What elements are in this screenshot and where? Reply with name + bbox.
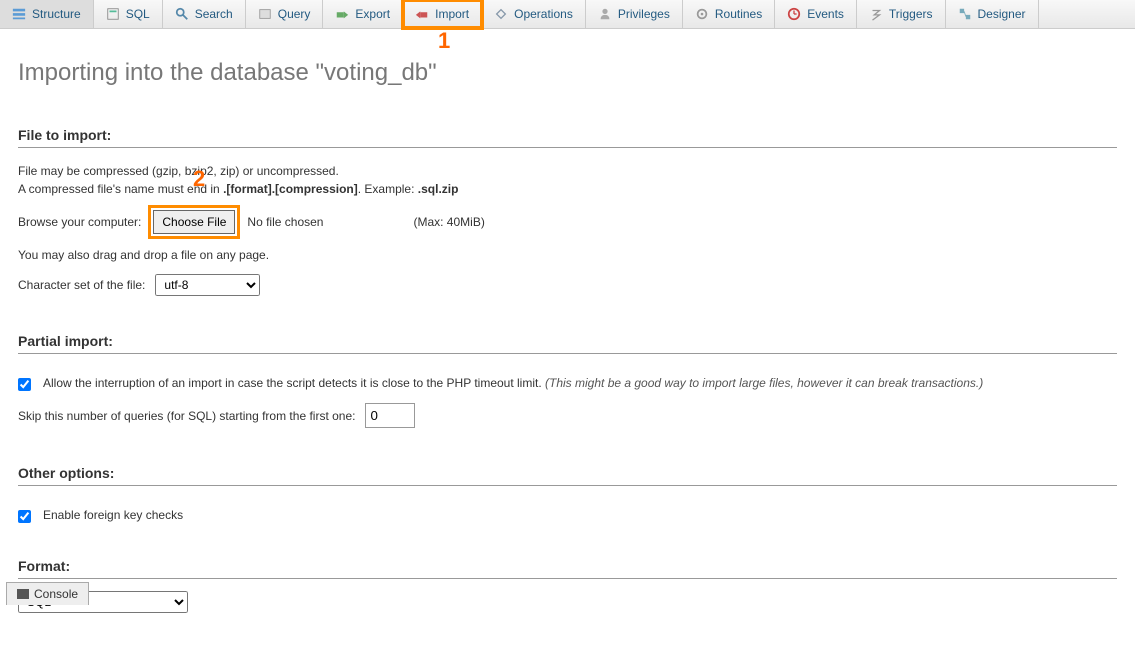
tab-privileges[interactable]: Privileges: [586, 0, 683, 28]
tab-export[interactable]: Export: [323, 0, 403, 28]
tab-triggers[interactable]: Triggers: [857, 0, 946, 28]
tab-search[interactable]: Search: [163, 0, 246, 28]
console-label: Console: [34, 587, 78, 601]
tab-label: Triggers: [889, 7, 933, 21]
partial-section-legend: Partial import:: [18, 333, 1117, 354]
tab-import[interactable]: Import: [403, 0, 482, 28]
tab-routines[interactable]: Routines: [683, 0, 775, 28]
tab-query[interactable]: Query: [246, 0, 324, 28]
no-file-chosen-text: No file chosen: [247, 215, 323, 229]
tab-sql[interactable]: SQL: [94, 0, 163, 28]
structure-icon: [12, 7, 26, 21]
skip-queries-label: Skip this number of queries (for SQL) st…: [18, 409, 355, 423]
charset-select[interactable]: utf-8: [155, 274, 260, 296]
tab-label: Routines: [715, 7, 762, 21]
foreign-key-checkbox[interactable]: [18, 510, 31, 523]
other-options-section: Other options: Enable foreign key checks: [18, 465, 1117, 533]
export-icon: [335, 7, 349, 21]
tab-label: Query: [278, 7, 311, 21]
privileges-icon: [598, 7, 612, 21]
allow-interrupt-checkbox[interactable]: [18, 378, 31, 391]
tab-label: Import: [435, 7, 469, 21]
annotation-marker-2: 2: [193, 166, 205, 192]
tab-label: Events: [807, 7, 844, 21]
partial-import-section: Partial import: Allow the interruption o…: [18, 333, 1117, 440]
tab-label: Structure: [32, 7, 81, 21]
compress-help-2: A compressed file's name must end in .[f…: [18, 182, 1117, 196]
file-to-import-section: File to import: File may be compressed (…: [18, 127, 1117, 308]
charset-label: Character set of the file:: [18, 278, 145, 292]
format-section-legend: Format:: [18, 558, 1117, 579]
skip-queries-input[interactable]: [365, 403, 415, 428]
tab-label: Export: [355, 7, 390, 21]
tab-label: Designer: [978, 7, 1026, 21]
designer-icon: [958, 7, 972, 21]
drag-drop-help: You may also drag and drop a file on any…: [18, 248, 1117, 262]
page-title: Importing into the database "voting_db": [18, 59, 1117, 87]
foreign-key-label: Enable foreign key checks: [43, 508, 183, 522]
allow-interrupt-label: Allow the interruption of an import in c…: [43, 376, 983, 390]
tab-label: SQL: [126, 7, 150, 21]
console-button[interactable]: Console: [6, 582, 89, 605]
sql-icon: [106, 7, 120, 21]
routines-icon: [695, 7, 709, 21]
browse-label: Browse your computer:: [18, 215, 141, 229]
tab-label: Operations: [514, 7, 573, 21]
main-tabs: Structure SQL Search Query Export Import…: [0, 0, 1135, 29]
tab-operations[interactable]: Operations: [482, 0, 586, 28]
search-icon: [175, 7, 189, 21]
compress-help-1: File may be compressed (gzip, bzip2, zip…: [18, 164, 1117, 178]
tab-designer[interactable]: Designer: [946, 0, 1039, 28]
choose-file-button[interactable]: Choose File: [153, 210, 235, 234]
console-icon: [17, 589, 29, 599]
file-section-legend: File to import:: [18, 127, 1117, 148]
query-icon: [258, 7, 272, 21]
triggers-icon: [869, 7, 883, 21]
max-size-text: (Max: 40MiB): [413, 215, 484, 229]
choose-file-highlight: Choose File: [151, 208, 237, 236]
operations-icon: [494, 7, 508, 21]
tab-structure[interactable]: Structure: [0, 0, 94, 28]
tab-label: Privileges: [618, 7, 670, 21]
other-section-legend: Other options:: [18, 465, 1117, 486]
tab-events[interactable]: Events: [775, 0, 857, 28]
tab-label: Search: [195, 7, 233, 21]
import-icon: [415, 7, 429, 21]
events-icon: [787, 7, 801, 21]
